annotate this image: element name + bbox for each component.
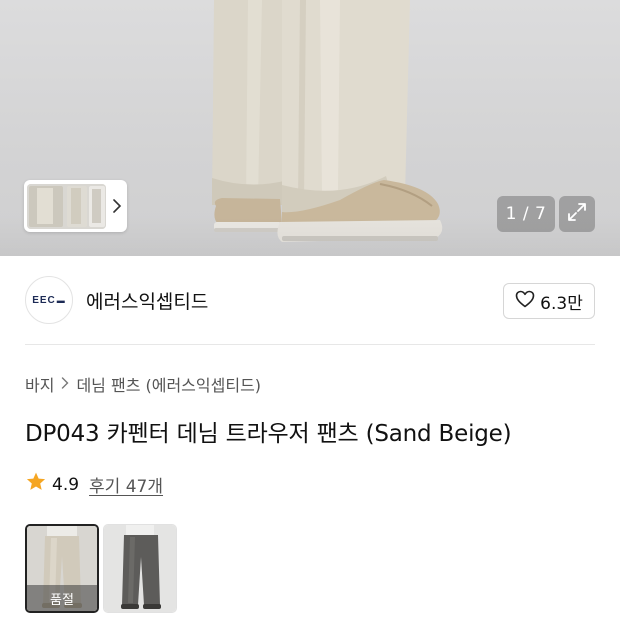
rating-row: 4.9 후기 47개 [25, 471, 163, 498]
thumbnail-strip-image [27, 183, 107, 229]
product-image-gallery[interactable]: 1 / 7 [0, 0, 620, 256]
expand-button[interactable] [559, 196, 595, 232]
expand-icon [567, 202, 587, 226]
breadcrumb-item-pants[interactable]: 바지 [25, 372, 54, 396]
breadcrumb-item-denim-pants[interactable]: 데님 팬츠 (에러스익셉티드) [76, 372, 261, 396]
logo-mark: ▬ [56, 295, 66, 305]
product-title: DP043 카펜터 데님 트라우저 팬츠 (Sand Beige) [25, 421, 512, 447]
chevron-right-icon [110, 199, 124, 213]
breadcrumb: 바지 데님 팬츠 (에러스익셉티드) [25, 372, 261, 396]
color-option-sand-beige[interactable]: 품절 [25, 524, 99, 613]
thumbnail-strip-button[interactable] [24, 180, 127, 232]
option-image-charcoal [104, 525, 176, 612]
brand-name-link[interactable]: 에러스익셉티드 [86, 287, 208, 314]
brand-row: EEC ▬ 에러스익셉티드 6.3만 [0, 256, 620, 346]
color-options: 품절 [25, 524, 177, 613]
like-count: 6.3만 [540, 293, 583, 314]
brand-logo[interactable]: EEC ▬ [25, 276, 73, 324]
chevron-right-icon [61, 375, 69, 393]
reviews-link[interactable]: 후기 47개 [89, 472, 163, 497]
like-button[interactable]: 6.3만 [503, 283, 595, 319]
sold-out-badge: 품절 [27, 585, 97, 611]
brand-logo-text: EEC [32, 294, 56, 306]
color-option-charcoal[interactable] [103, 524, 177, 613]
divider [25, 344, 595, 345]
rating-score: 4.9 [52, 474, 80, 495]
image-counter: 1 / 7 [497, 196, 555, 232]
heart-outline-icon [515, 290, 535, 313]
star-icon [25, 471, 47, 498]
